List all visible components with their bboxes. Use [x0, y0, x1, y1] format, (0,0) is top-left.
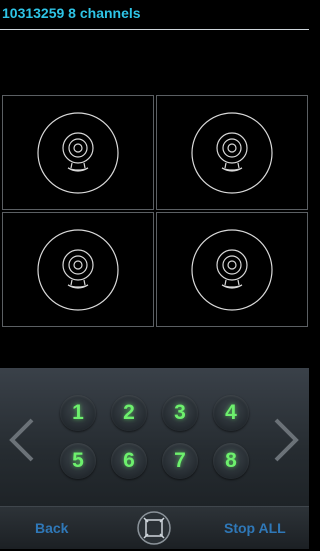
webcam-icon — [35, 110, 121, 196]
channel-button-5[interactable]: 5 — [60, 443, 96, 479]
stop-all-button[interactable]: Stop ALL — [224, 520, 286, 536]
webcam-icon — [189, 227, 275, 313]
channel-control-panel: 1 2 3 4 5 6 7 8 — [0, 368, 309, 506]
webcam-icon — [35, 227, 121, 313]
bottom-toolbar: Back Stop ALL — [0, 506, 309, 549]
chevron-right-icon[interactable] — [272, 416, 300, 464]
channel-button-1[interactable]: 1 — [60, 395, 96, 431]
page-title: 10313259 8 channels — [2, 5, 141, 21]
header-divider — [0, 29, 309, 30]
channel-button-3[interactable]: 3 — [162, 395, 198, 431]
fullscreen-icon[interactable] — [136, 510, 172, 546]
channel-button-7[interactable]: 7 — [162, 443, 198, 479]
header-bar: 10313259 8 channels — [0, 0, 309, 30]
video-cell[interactable] — [156, 212, 308, 327]
video-cell[interactable] — [2, 95, 154, 210]
video-cell[interactable] — [156, 95, 308, 210]
video-cell[interactable] — [2, 212, 154, 327]
video-grid — [2, 95, 308, 327]
channel-button-8[interactable]: 8 — [213, 443, 249, 479]
channel-button-2[interactable]: 2 — [111, 395, 147, 431]
chevron-left-icon[interactable] — [8, 416, 36, 464]
webcam-icon — [189, 110, 275, 196]
back-button[interactable]: Back — [35, 520, 68, 536]
channel-button-6[interactable]: 6 — [111, 443, 147, 479]
channel-button-4[interactable]: 4 — [213, 395, 249, 431]
